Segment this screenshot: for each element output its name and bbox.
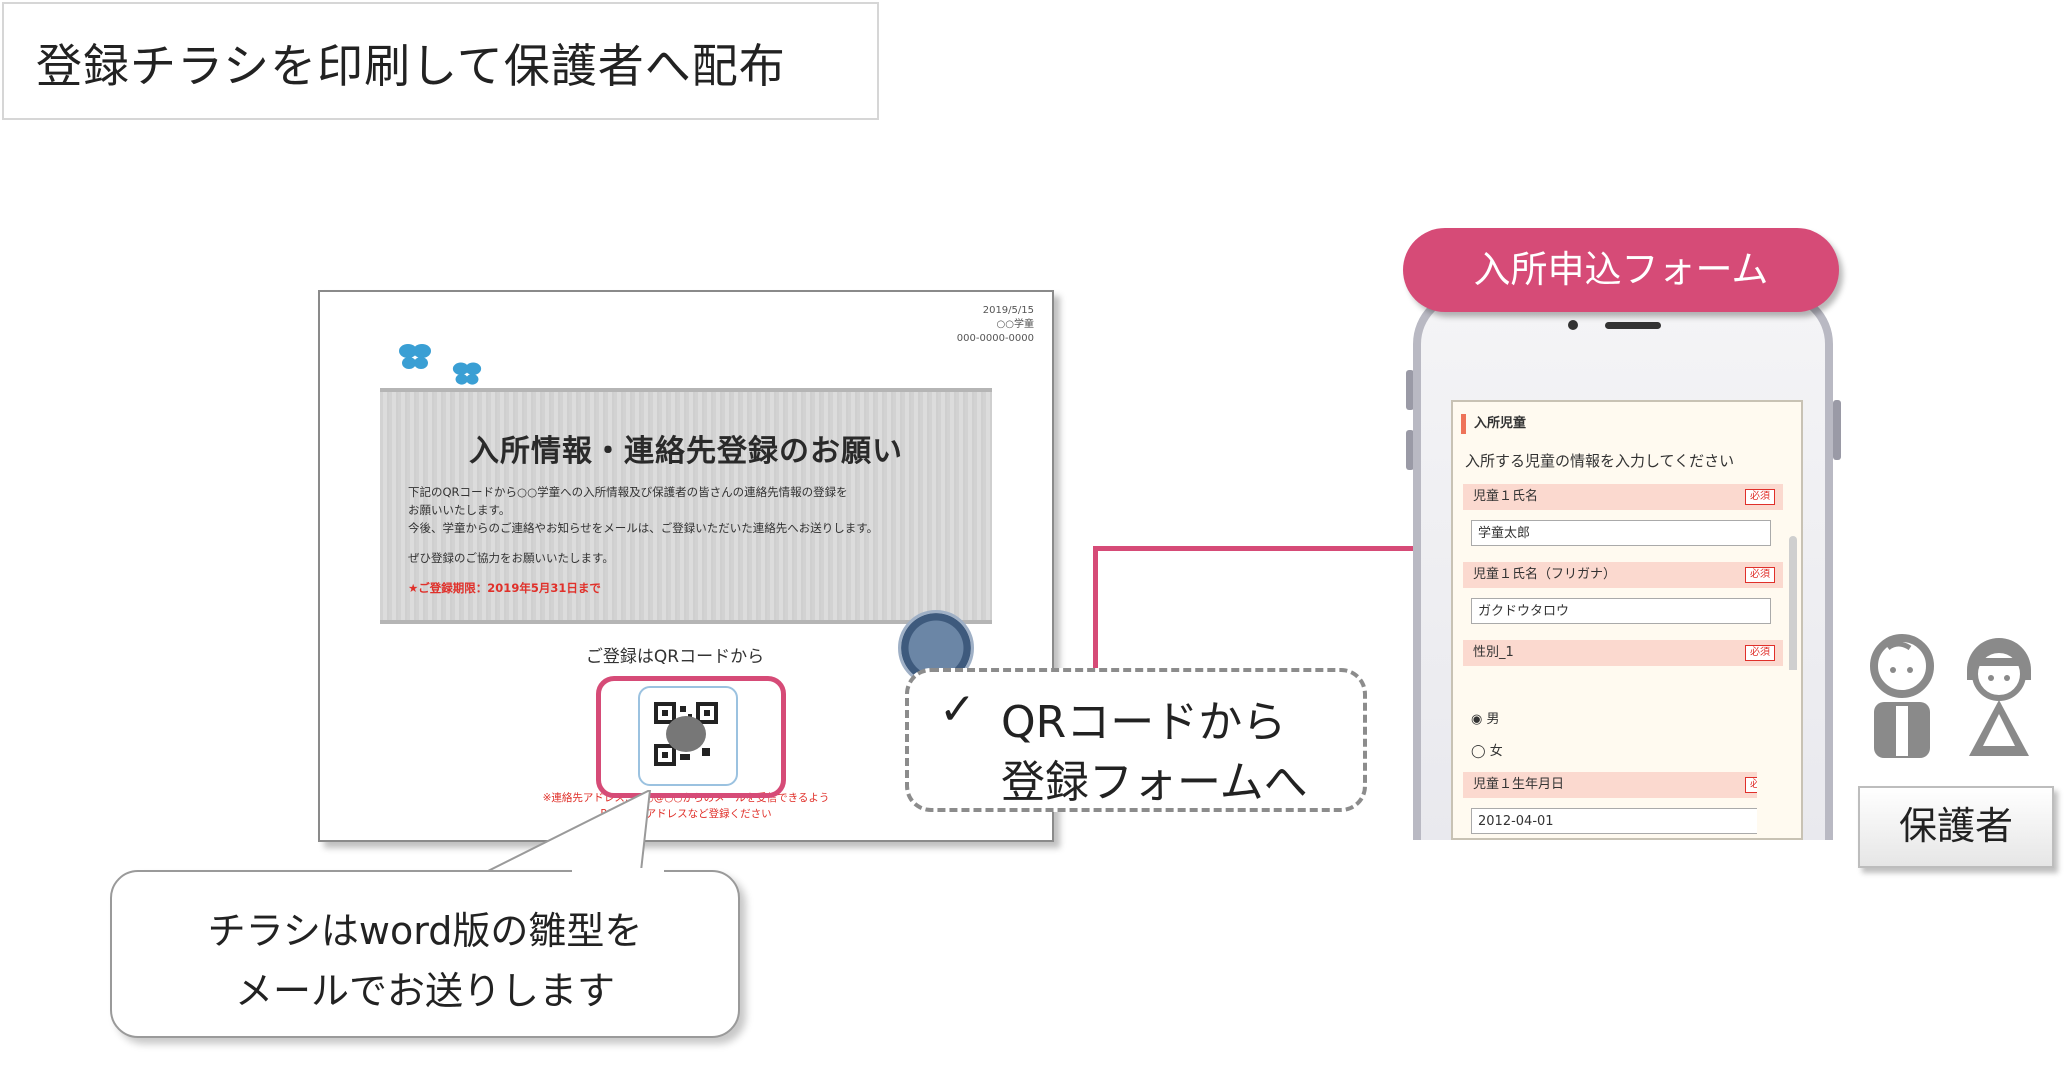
speech-bubble-tail [470,790,652,880]
flyer-phone: 000-0000-0000 [956,333,1034,344]
title-box: 登録チラシを印刷して保護者へ配布 [2,2,879,120]
required-badge: 必須 [1745,645,1775,661]
smartphone: 入所児童 入所する児童の情報を入力してください 児童１氏名 必須 学童太郎 児童… [1413,290,1833,840]
speech-bubble: チラシはword版の雛型を メールでお送りします [110,870,740,1038]
required-badge: 必須 [1745,489,1775,505]
field-label-child-name: 児童１氏名 必須 [1463,484,1783,510]
required-badge: 必須 [1745,567,1775,583]
qr-callout-line: QRコードから [1001,697,1287,748]
flyer-body-line: お願いいたします。 [408,503,511,517]
flyer-deadline: ★ご登録期限：2019年5月31日まで [408,581,601,595]
gender-radio-female[interactable]: ◯ 女 [1471,740,1503,759]
flyer-body-line: ぜひ登録のご協力をお願いいたします。 [408,551,614,565]
connector-to-phone [1093,546,1418,551]
guardian-label: 保護者 [1858,786,2054,868]
birthdate-input[interactable]: 2012-04-01 [1471,808,1771,834]
flyer-body-line: 下記のQRコードから○○学童への入所情報及び保護者の皆さんの連絡先情報の登録を [408,485,848,499]
flyer-meta: 2019/5/15 ○○学童 000-0000-0000 [957,304,1034,346]
form-pill: 入所申込フォーム [1403,228,1839,312]
qr-highlight-frame [596,676,786,798]
child-name-input[interactable]: 学童太郎 [1471,520,1771,546]
flyer-org: ○○学童 [996,319,1034,330]
field-label-gender: 性別_1 必須 [1463,640,1783,666]
form-section-title: 入所児童 [1461,414,1526,434]
gender-radio-male[interactable]: ◉ 男 [1471,708,1500,727]
checkmark-icon: ✓ [939,684,976,735]
speech-bubble-line: チラシはword版の雛型を [207,909,643,953]
flyer-heading: 入所情報・連絡先登録のお願い [469,434,903,469]
field-label-text: 児童１生年月日 [1473,777,1565,792]
gender-option-label: 女 [1489,744,1503,759]
flyer-date: 2019/5/15 [982,305,1034,316]
connector-callout-vertical [1093,546,1098,670]
field-label-child-kana: 児童１氏名（フリガナ） 必須 [1463,562,1783,588]
field-label-text: 児童１氏名 [1473,489,1539,504]
qr-callout-line: 登録フォームへ [1001,757,1308,808]
page-title: 登録チラシを印刷して保護者へ配布 [36,39,786,93]
gender-option-label: 男 [1486,712,1500,727]
field-label-birthdate: 児童１生年月日 必須 [1463,772,1783,798]
flyer-body-line: 今後、学童からのご連絡やお知らせをメールは、ご登録いただいた連絡先へお送りします… [408,521,879,535]
speech-bubble-tail-cover [572,868,664,874]
guardian-icon [1870,634,2031,758]
phone-camera [1568,320,1578,330]
child-kana-input[interactable]: ガクドウタロウ [1471,598,1771,624]
butterfly-icon [452,362,482,385]
registration-form-screen: 入所児童 入所する児童の情報を入力してください 児童１氏名 必須 学童太郎 児童… [1451,400,1803,840]
butterfly-icon [399,344,431,369]
field-label-text: 性別_1 [1473,645,1514,660]
phone-side-button [1833,400,1841,460]
form-instruction: 入所する児童の情報を入力してください [1465,452,1735,470]
flyer-qr-caption: ご登録はQRコードから [585,647,765,667]
qr-callout: ✓ QRコードから 登録フォームへ [905,668,1367,812]
flyer-banner: 入所情報・連絡先登録のお願い 下記のQRコードから○○学童への入所情報及び保護者… [380,388,992,624]
form-overlay [1757,670,1801,838]
phone-speaker [1605,322,1661,329]
speech-bubble-line: メールでお送りします [234,969,615,1013]
field-label-text: 児童１氏名（フリガナ） [1473,567,1617,582]
